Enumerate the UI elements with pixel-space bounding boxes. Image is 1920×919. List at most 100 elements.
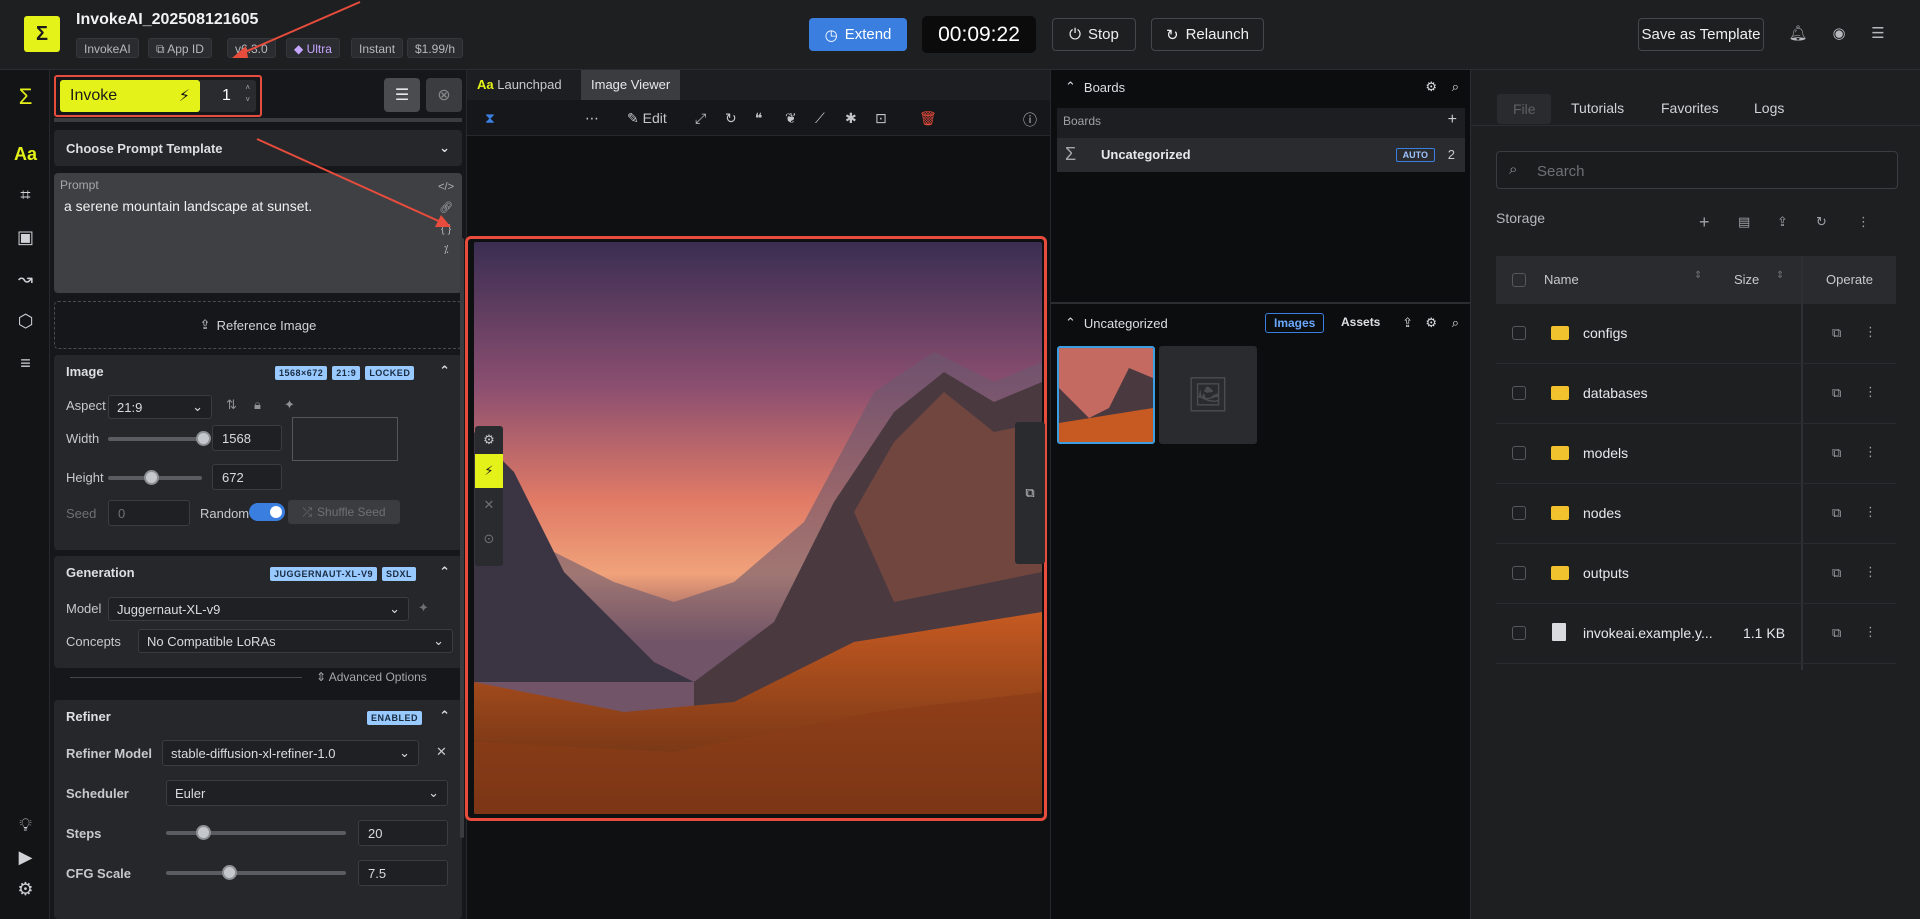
cfg-slider[interactable]: [166, 865, 346, 880]
copy-icon[interactable]: ⧉: [1832, 445, 1841, 461]
file-name[interactable]: invokeai.example.y...: [1583, 625, 1713, 641]
clear-refiner-icon[interactable]: ✕: [436, 744, 447, 760]
table-row[interactable]: nodes ⧉ ⋮: [1496, 484, 1896, 544]
invoke-button[interactable]: Invoke ⚡︎: [60, 80, 200, 112]
trash-icon[interactable]: 🗑︎: [919, 110, 937, 127]
code-icon[interactable]: </>: [438, 177, 454, 198]
table-row[interactable]: invokeai.example.y... 1.1 KB ⧉ ⋮: [1496, 604, 1896, 664]
board-item-uncategorized[interactable]: Σ Uncategorized AUTO 2: [1057, 138, 1465, 172]
col-name[interactable]: Name: [1544, 272, 1579, 287]
invoke-rail-logo-icon[interactable]: Σ: [13, 84, 38, 109]
resize-icon[interactable]: ⊡: [875, 110, 887, 127]
invoke-lightning-icon[interactable]: ⚡︎: [475, 454, 503, 488]
info-icon[interactable]: ⓘ: [1023, 110, 1037, 130]
cancel-queue-button[interactable]: ⊗: [426, 78, 462, 112]
height-slider-knob[interactable]: [144, 470, 159, 485]
height-slider[interactable]: [108, 470, 202, 485]
models-cube-icon[interactable]: ⬡: [13, 309, 38, 334]
refiner-model-select[interactable]: stable-diffusion-xl-refiner-1.0 ⌄: [162, 740, 419, 766]
gallery-toggle-icon[interactable]: ⧉: [1015, 422, 1045, 564]
model-select[interactable]: Juggernaut-XL-v9 ⌄: [108, 597, 409, 621]
tab-assets[interactable]: Assets: [1333, 313, 1388, 331]
more-vertical-icon[interactable]: ⋮: [1864, 324, 1877, 340]
tab-favorites[interactable]: Favorites: [1661, 100, 1719, 116]
concepts-select[interactable]: No Compatible LoRAs ⌄: [138, 629, 453, 653]
chevron-up-icon[interactable]: ⌃: [439, 708, 450, 724]
row-checkbox[interactable]: [1512, 446, 1526, 460]
steps-slider-knob[interactable]: [196, 825, 211, 840]
copy-icon[interactable]: ⧉: [1832, 505, 1841, 521]
wand-icon[interactable]: ⁒: [438, 240, 454, 261]
copy-icon[interactable]: ⧉: [1832, 565, 1841, 581]
swap-icon[interactable]: ⇅: [226, 397, 237, 413]
width-slider[interactable]: [108, 431, 211, 446]
prompt-box[interactable]: Prompt a serene mountain landscape at su…: [54, 173, 462, 293]
steps-input[interactable]: 20: [358, 820, 448, 846]
edit-button[interactable]: ✎ Edit: [627, 110, 667, 127]
lock-icon[interactable]: 🔒︎: [254, 397, 261, 413]
prompt-text[interactable]: a serene mountain landscape at sunset.: [64, 198, 312, 214]
chevron-up-icon[interactable]: ⌃: [1065, 315, 1076, 331]
file-name[interactable]: configs: [1583, 325, 1627, 341]
refresh-icon[interactable]: ↻: [1816, 214, 1827, 230]
brace-icon[interactable]: { }: [438, 219, 454, 240]
upload-icon[interactable]: ⇪: [1402, 315, 1413, 331]
settings-gear-icon[interactable]: ⚙: [13, 877, 38, 902]
gallery-thumbnail-selected[interactable]: [1057, 346, 1155, 444]
file-search-input[interactable]: ⌕ Search: [1496, 151, 1898, 189]
prompt-template-select[interactable]: Choose Prompt Template ⌄: [54, 130, 462, 166]
tab-logs[interactable]: Logs: [1754, 100, 1784, 116]
lightbulb-icon[interactable]: 💡︎: [13, 813, 38, 838]
archive-icon[interactable]: ▤: [1738, 214, 1750, 230]
more-vertical-icon[interactable]: ⋮: [1864, 444, 1877, 460]
asterisk-icon[interactable]: ✱: [845, 110, 857, 127]
gallery-placeholder-image-icon[interactable]: 🖼︎: [1159, 346, 1257, 444]
table-row[interactable]: configs ⧉ ⋮: [1496, 304, 1896, 364]
row-checkbox[interactable]: [1512, 626, 1526, 640]
file-name[interactable]: outputs: [1583, 565, 1629, 581]
extend-button[interactable]: ◷ Extend: [809, 18, 907, 51]
cancel-icon[interactable]: ✕: [475, 488, 503, 522]
cfg-slider-knob[interactable]: [222, 865, 237, 880]
tab-launchpad[interactable]: Aa Launchpad: [477, 77, 562, 92]
advanced-options-toggle[interactable]: ⇕ Advanced Options: [316, 670, 427, 684]
height-input[interactable]: 672: [212, 464, 282, 490]
sparkle-icon[interactable]: ✦: [284, 397, 295, 413]
row-checkbox[interactable]: [1512, 386, 1526, 400]
stepper-icon[interactable]: ˄ ˅: [245, 82, 250, 106]
text-prompt-icon[interactable]: Aa: [13, 142, 38, 167]
reference-image-dropzone[interactable]: ⇪ Reference Image: [54, 301, 462, 349]
menu-collapse-icon[interactable]: ☰: [1868, 24, 1888, 44]
quote-icon[interactable]: ❝: [755, 110, 763, 127]
youtube-icon[interactable]: ▶: [13, 845, 38, 870]
col-size[interactable]: Size: [1734, 272, 1759, 287]
canvas-icon[interactable]: ▣: [13, 225, 38, 250]
tab-images[interactable]: Images: [1265, 313, 1325, 333]
tab-tutorials[interactable]: Tutorials: [1571, 100, 1624, 116]
upload-icon[interactable]: ⇪: [1777, 214, 1788, 230]
tab-file[interactable]: File: [1497, 94, 1551, 124]
shuffle-seed-button[interactable]: ⤮ Shuffle Seed: [288, 500, 400, 524]
sort-icon[interactable]: ⇕: [1776, 270, 1784, 281]
more-vertical-icon[interactable]: ⋮: [1857, 214, 1870, 230]
seed-input[interactable]: 0: [108, 500, 190, 526]
copy-icon[interactable]: ⧉: [1832, 625, 1841, 641]
more-vertical-icon[interactable]: ⋮: [1864, 384, 1877, 400]
search-icon[interactable]: ⌕: [1452, 315, 1459, 331]
copy-icon[interactable]: ⧉: [1832, 385, 1841, 401]
save-as-template-button[interactable]: Save as Template: [1638, 18, 1764, 51]
nodes-icon[interactable]: ⌗: [13, 183, 38, 208]
row-checkbox[interactable]: [1512, 566, 1526, 580]
add-icon[interactable]: +: [1699, 212, 1710, 233]
gear-icon[interactable]: ⚙: [1425, 315, 1437, 331]
width-input[interactable]: 1568: [212, 425, 282, 451]
sort-icon[interactable]: ⇕: [1694, 270, 1702, 281]
search-icon[interactable]: ⌕: [1452, 79, 1459, 95]
file-name[interactable]: nodes: [1583, 505, 1621, 521]
target-icon[interactable]: ⊙: [475, 522, 503, 556]
sliders-icon[interactable]: ⚙: [475, 426, 503, 454]
table-row[interactable]: databases ⧉ ⋮: [1496, 364, 1896, 424]
queue-list-icon[interactable]: ≡: [13, 351, 38, 376]
tab-image-viewer[interactable]: Image Viewer: [581, 70, 681, 100]
stop-button[interactable]: ⏻ Stop: [1052, 18, 1136, 51]
